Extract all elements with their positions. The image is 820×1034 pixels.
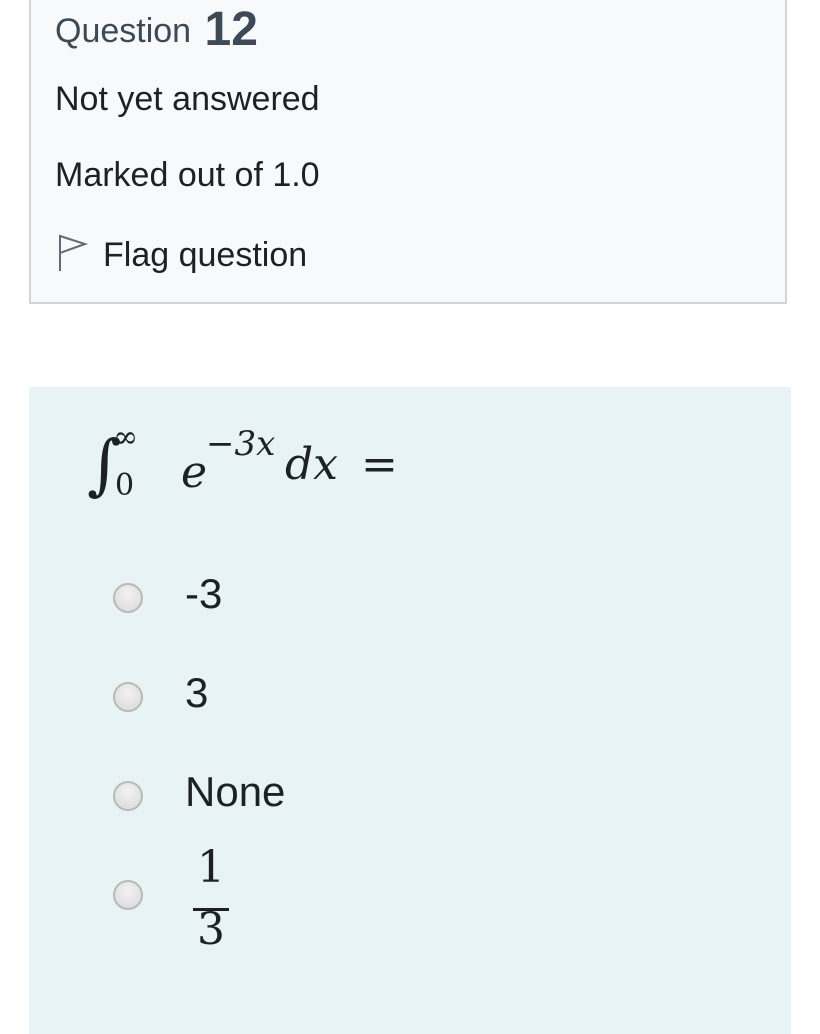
question-info-panel: Question 12 Not yet answered Marked out …	[29, 0, 787, 304]
answer-option[interactable]: -3	[113, 570, 513, 653]
answer-label: None	[185, 768, 286, 815]
fraction-denominator: 3	[197, 904, 225, 955]
radio-button[interactable]	[113, 682, 143, 712]
answer-option[interactable]: 3	[113, 669, 513, 752]
flag-question-toggle[interactable]: Flag question	[55, 231, 307, 279]
answer-options: -3 3 None 1 3	[29, 387, 791, 1034]
answer-label: 3	[185, 669, 209, 716]
answer-option[interactable]: 1 3	[113, 842, 513, 990]
flag-outline-icon	[55, 233, 103, 278]
question-label: Question	[55, 12, 192, 50]
answer-label: -3	[185, 570, 223, 617]
fraction-numerator: 1	[197, 842, 225, 893]
flag-question-label: Flag question	[103, 235, 308, 274]
radio-button[interactable]	[113, 583, 143, 613]
fraction-answer: 1 3	[191, 842, 231, 978]
answer-option[interactable]: None	[113, 768, 513, 851]
question-grade: Marked out of 1.0	[55, 156, 320, 194]
question-formulation: ∫ ∞ 0 e −3x dx = -3 3 None 1 3	[29, 387, 791, 1034]
radio-button[interactable]	[113, 781, 143, 811]
radio-button[interactable]	[113, 880, 143, 910]
question-number-heading: Question 12	[55, 2, 258, 57]
question-state: Not yet answered	[55, 80, 320, 118]
question-number: 12	[204, 3, 258, 56]
